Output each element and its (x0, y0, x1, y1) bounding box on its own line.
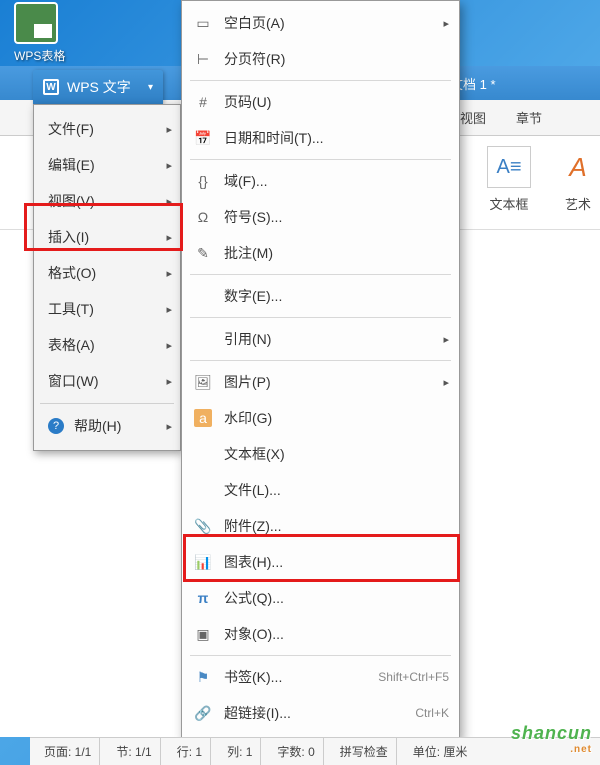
submenu-datetime[interactable]: 📅日期和时间(T)... (182, 120, 459, 156)
submenu-watermark[interactable]: a水印(G) (182, 400, 459, 436)
desktop-icon-wps-sheets[interactable]: WPS表格 (14, 2, 65, 64)
submenu-page-number[interactable]: #页码(U) (182, 84, 459, 120)
tab-chapter[interactable]: 章节 (516, 108, 542, 127)
menu-separator (190, 655, 451, 656)
caret-down-icon: ▾ (148, 82, 153, 93)
menu-help[interactable]: ?帮助(H)▸ (34, 408, 180, 444)
main-menu: 文件(F)▸ 编辑(E)▸ 视图(V)▸ 插入(I)▸ 格式(O)▸ 工具(T)… (33, 104, 181, 451)
link-icon: 🔗 (194, 704, 212, 722)
submenu-attachment[interactable]: 📎附件(Z)... (182, 508, 459, 544)
menu-format[interactable]: 格式(O)▸ (34, 255, 180, 291)
status-row[interactable]: 行: 1 (169, 738, 211, 765)
submenu-file[interactable]: 文件(L)... (182, 472, 459, 508)
submenu-picture[interactable]: 🖼图片(P)▸ (182, 364, 459, 400)
attachment-icon: 📎 (194, 517, 212, 535)
calendar-icon: 📅 (194, 129, 212, 147)
chart-icon: 📊 (194, 553, 212, 571)
submenu-comment[interactable]: ✎批注(M) (182, 235, 459, 271)
tab-view[interactable]: 视图 (460, 108, 486, 127)
menu-insert[interactable]: 插入(I)▸ (34, 219, 180, 255)
menu-separator (190, 360, 451, 361)
tool-label: 文本框 (487, 194, 531, 213)
submenu-chart[interactable]: 📊图表(H)... (182, 544, 459, 580)
submenu-equation[interactable]: π公式(Q)... (182, 580, 459, 616)
tool-wordart[interactable]: A 艺术 (556, 146, 600, 213)
menu-view[interactable]: 视图(V)▸ (34, 183, 180, 219)
page-number-icon: # (194, 93, 212, 111)
page-break-icon: ⊢ (194, 50, 212, 68)
picture-icon: 🖼 (194, 373, 212, 391)
submenu-page-break[interactable]: ⊢分页符(R) (182, 41, 459, 77)
menu-separator (190, 80, 451, 81)
menu-edit[interactable]: 编辑(E)▸ (34, 147, 180, 183)
status-col[interactable]: 列: 1 (219, 738, 261, 765)
status-wordcount[interactable]: 字数: 0 (269, 738, 323, 765)
menu-window[interactable]: 窗口(W)▸ (34, 363, 180, 399)
menu-table[interactable]: 表格(A)▸ (34, 327, 180, 363)
menu-file[interactable]: 文件(F)▸ (34, 111, 180, 147)
spreadsheet-icon (14, 2, 58, 44)
submenu-object[interactable]: ▣对象(O)... (182, 616, 459, 652)
wordart-icon: A (556, 146, 600, 188)
submenu-textbox[interactable]: 文本框(X) (182, 436, 459, 472)
desktop-icon-label: WPS表格 (14, 47, 65, 64)
status-section[interactable]: 节: 1/1 (108, 738, 160, 765)
pi-icon: π (194, 589, 212, 607)
submenu-blank-page[interactable]: ▭空白页(A)▸ (182, 5, 459, 41)
menu-separator (190, 159, 451, 160)
submenu-number[interactable]: 数字(E)... (182, 278, 459, 314)
tool-textbox[interactable]: A≡ 文本框 (487, 146, 531, 213)
flag-icon: ⚑ (194, 668, 212, 686)
tool-label: 艺术 (556, 194, 600, 213)
textbox-icon: A≡ (487, 146, 531, 188)
submenu-field[interactable]: {}域(F)... (182, 163, 459, 199)
object-icon: ▣ (194, 625, 212, 643)
symbol-icon: Ω (194, 208, 212, 226)
submenu-symbol[interactable]: Ω符号(S)... (182, 199, 459, 235)
status-unit[interactable]: 单位: 厘米 (405, 738, 476, 765)
menu-separator (190, 274, 451, 275)
submenu-hyperlink[interactable]: 🔗超链接(I)...Ctrl+K (182, 695, 459, 731)
insert-submenu: ▭空白页(A)▸ ⊢分页符(R) #页码(U) 📅日期和时间(T)... {}域… (181, 0, 460, 740)
field-icon: {} (194, 172, 212, 190)
submenu-reference[interactable]: 引用(N)▸ (182, 321, 459, 357)
wps-button-label: WPS 文字 (67, 77, 131, 97)
wps-logo-icon (43, 79, 59, 95)
menu-separator (190, 317, 451, 318)
menu-separator (40, 403, 174, 404)
blank-page-icon: ▭ (194, 14, 212, 32)
watermark-icon: a (194, 409, 212, 427)
help-icon: ? (48, 418, 64, 434)
comment-icon: ✎ (194, 244, 212, 262)
status-page[interactable]: 页面: 1/1 (36, 738, 100, 765)
menu-tools[interactable]: 工具(T)▸ (34, 291, 180, 327)
submenu-bookmark[interactable]: ⚑书签(K)...Shift+Ctrl+F5 (182, 659, 459, 695)
watermark-logo: shancun.net (511, 723, 592, 755)
status-spellcheck[interactable]: 拼写检查 (332, 738, 397, 765)
wps-app-menu-button[interactable]: WPS 文字 ▾ (33, 70, 163, 104)
